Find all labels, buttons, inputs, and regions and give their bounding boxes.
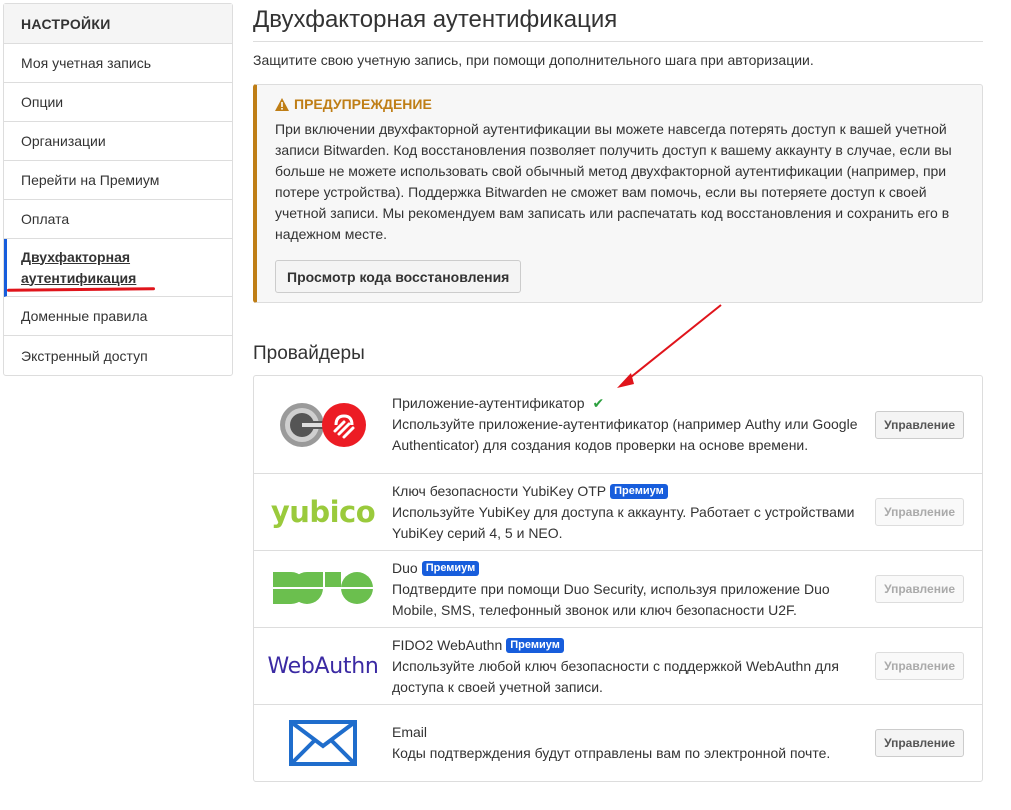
sidebar-item-billing[interactable]: Оплата (4, 200, 232, 239)
sidebar-item-go-premium[interactable]: Перейти на Премиум (4, 161, 232, 200)
provider-name: Приложение-аутентификатор (392, 395, 585, 411)
provider-info: Email Коды подтверждения будут отправлен… (392, 722, 872, 764)
provider-info: FIDO2 WebAuthn Премиум Используйте любой … (392, 635, 872, 698)
sidebar-item-my-account[interactable]: Моя учетная запись (4, 44, 232, 83)
provider-name: Email (392, 724, 428, 740)
warning-title: ПРЕДУПРЕЖДЕНИЕ (275, 95, 964, 113)
providers-heading: Провайдеры (253, 343, 365, 364)
provider-row-authenticator: Приложение-аутентификатор ✔ Используйте п… (254, 376, 982, 474)
yubico-logo-icon: yubico (270, 495, 376, 529)
manage-duo-button[interactable]: Управление (875, 575, 964, 603)
manage-yubikey-button[interactable]: Управление (875, 498, 964, 526)
sidebar-item-two-factor[interactable]: Двухфакторная аутентификация (4, 239, 232, 297)
enabled-check-icon: ✔ (592, 395, 605, 411)
provider-info: Ключ безопасности YubiKey OTP Премиум Исп… (392, 481, 872, 544)
provider-name: Duo (392, 559, 418, 576)
provider-description: Используйте любой ключ безопасности с по… (392, 657, 839, 695)
warning-callout: ПРЕДУПРЕЖДЕНИЕ При включении двухфакторн… (253, 84, 983, 303)
providers-list: Приложение-аутентификатор ✔ Используйте п… (253, 375, 983, 782)
view-recovery-code-button[interactable]: Просмотр кода восстановления (275, 260, 522, 293)
manage-webauthn-button[interactable]: Управление (875, 652, 964, 680)
premium-badge: Премиум (610, 483, 668, 499)
premium-badge: Премиум (506, 637, 564, 653)
provider-info: Приложение-аутентификатор ✔ Используйте п… (392, 393, 872, 456)
sidebar-item-options[interactable]: Опции (4, 83, 232, 122)
provider-row-yubikey: yubico Ключ безопасности YubiKey OTP Прем… (254, 474, 982, 551)
provider-row-webauthn: WebAuthn FIDO2 WebAuthn Премиум Используй… (254, 628, 982, 705)
warning-icon (275, 97, 289, 111)
provider-name: FIDO2 WebAuthn (392, 636, 503, 653)
warning-text: При включении двухфакторной аутентификац… (275, 121, 952, 242)
webauthn-logo-icon: WebAuthn (267, 653, 379, 679)
provider-name: Ключ безопасности YubiKey OTP (392, 482, 607, 499)
sidebar-item-label: Организации (21, 133, 106, 149)
provider-description: Используйте YubiKey для доступа к аккаун… (392, 503, 855, 541)
sidebar-item-label: Перейти на Премиум (21, 172, 160, 188)
manage-authenticator-button[interactable]: Управление (875, 410, 964, 439)
provider-description: Коды подтверждения будут отправлены вам … (392, 745, 831, 761)
sidebar-item-emergency-access[interactable]: Экстренный доступ (4, 336, 232, 375)
email-envelope-icon (254, 720, 392, 766)
sidebar-item-label: Экстренный доступ (21, 347, 148, 364)
provider-info: Duo Премиум Подтвердите при помощи Duo Se… (392, 558, 872, 621)
duo-logo-icon (254, 572, 392, 606)
page-title: Двухфакторная аутентификация (253, 0, 983, 42)
premium-badge: Премиум (421, 560, 480, 576)
sidebar-item-label: Оплата (21, 211, 70, 227)
page-description: Защитите свою учетную запись, при помощи… (253, 52, 814, 68)
manage-email-button[interactable]: Управление (875, 729, 964, 757)
main-content: Двухфакторная аутентификация Защитите св… (253, 0, 983, 782)
sidebar-item-label: Двухфакторная аутентификация (21, 248, 137, 286)
provider-description: Подтвердите при помощи Duo Security, исп… (392, 580, 830, 618)
sidebar-item-label: Моя учетная запись (21, 55, 151, 71)
provider-row-duo: Duo Премиум Подтвердите при помощи Duo Se… (254, 551, 982, 628)
authenticator-logo-icon (254, 401, 392, 449)
sidebar-item-label: Доменные правила (21, 308, 148, 324)
settings-sidebar: НАСТРОЙКИ Моя учетная запись Опции Орган… (3, 3, 233, 376)
warning-title-text: ПРЕДУПРЕЖДЕНИЕ (294, 96, 432, 112)
annotation-underline (6, 287, 156, 292)
sidebar-item-domain-rules[interactable]: Доменные правила (4, 297, 232, 336)
sidebar-item-label: Опции (21, 94, 64, 110)
provider-row-email: Email Коды подтверждения будут отправлен… (254, 705, 982, 781)
sidebar-header: НАСТРОЙКИ (4, 4, 232, 44)
provider-description: Используйте приложение-аутентификатор (н… (392, 416, 858, 453)
sidebar-item-organizations[interactable]: Организации (4, 122, 232, 161)
